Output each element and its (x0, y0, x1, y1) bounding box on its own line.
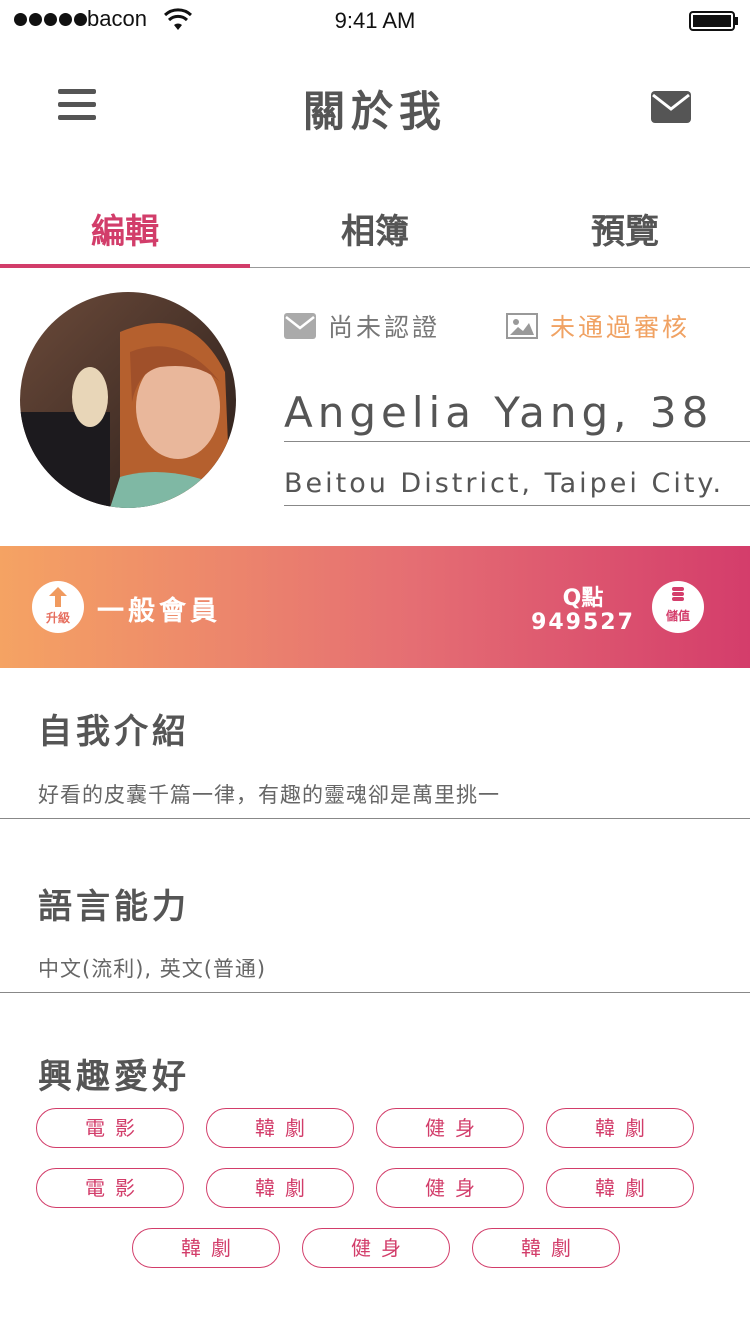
tab-preview[interactable]: 預覽 (500, 172, 750, 267)
verify-status-badge[interactable]: 尚未認證 (284, 308, 440, 344)
verify-status-label: 尚未認證 (328, 313, 441, 342)
arrow-up-icon (49, 587, 67, 607)
section-title: 興趣愛好 (38, 1057, 190, 1097)
section-title: 自我介紹 (38, 712, 190, 752)
hobby-tag[interactable]: 健身 (376, 1108, 524, 1148)
mail-icon (284, 313, 316, 339)
hobby-tag[interactable]: 電影 (36, 1168, 184, 1208)
hobby-tag[interactable]: 韓劇 (546, 1108, 694, 1148)
avatar[interactable] (20, 292, 236, 508)
topup-button[interactable]: 儲值 (652, 581, 704, 633)
language-section: 語言能力 中文(流利), 英文(普通) (0, 819, 750, 993)
membership-banner: 升級 一般會員 Q點 949527 儲值 (0, 546, 750, 668)
hobby-tag[interactable]: 韓劇 (546, 1168, 694, 1208)
page-title: 關於我 (302, 87, 447, 136)
battery-icon (689, 11, 738, 31)
upgrade-button[interactable]: 升級 (32, 581, 84, 633)
hobby-tag[interactable]: 電影 (36, 1108, 184, 1148)
section-title: 語言能力 (38, 887, 190, 927)
self-intro-section: 自我介紹 好看的皮囊千篇一律，有趣的靈魂卻是萬里挑一 (0, 668, 750, 819)
hobbies-section: 興趣愛好 電影 韓劇 健身 韓劇 電影 韓劇 健身 韓劇 韓劇 健身 韓劇 (0, 993, 750, 1293)
tab-bar: 編輯 相簿 預覽 (0, 172, 750, 268)
profile-header: 尚未認證 未通過審核 Angelia Yang, 38 Beitou Distr… (0, 268, 750, 546)
hobby-tag[interactable]: 韓劇 (206, 1168, 354, 1208)
profile-name[interactable]: Angelia Yang, 38 (284, 384, 750, 442)
profile-location[interactable]: Beitou District, Taipei City. (284, 464, 750, 506)
hobby-tag[interactable]: 韓劇 (132, 1228, 280, 1268)
image-icon (506, 313, 538, 339)
mail-icon[interactable] (650, 90, 692, 124)
upgrade-label: 升級 (45, 611, 70, 625)
coins-icon (672, 587, 684, 601)
tab-edit[interactable]: 編輯 (0, 172, 250, 268)
hobby-tag[interactable]: 韓劇 (206, 1108, 354, 1148)
self-intro-text[interactable]: 好看的皮囊千篇一律，有趣的靈魂卻是萬里挑一 (38, 779, 500, 809)
verification-badges: 尚未認證 未通過審核 (284, 308, 750, 348)
points-value: 949527 (531, 610, 635, 635)
hobby-tag[interactable]: 健身 (302, 1228, 450, 1268)
status-bar: bacon 9:41 AM (0, 0, 750, 42)
hobby-tag[interactable]: 健身 (376, 1168, 524, 1208)
hobby-tag[interactable]: 韓劇 (472, 1228, 620, 1268)
review-status-label: 未通過審核 (550, 313, 691, 342)
language-text[interactable]: 中文(流利), 英文(普通) (38, 953, 266, 983)
member-level: 一般會員 (97, 596, 221, 627)
review-status-badge[interactable]: 未通過審核 (506, 308, 690, 344)
topup-label: 儲值 (665, 609, 690, 623)
tab-album[interactable]: 相簿 (250, 172, 500, 267)
status-time: 9:41 AM (334, 8, 416, 33)
nav-bar: 關於我 (0, 42, 750, 172)
points-label: Q點 (562, 586, 604, 611)
